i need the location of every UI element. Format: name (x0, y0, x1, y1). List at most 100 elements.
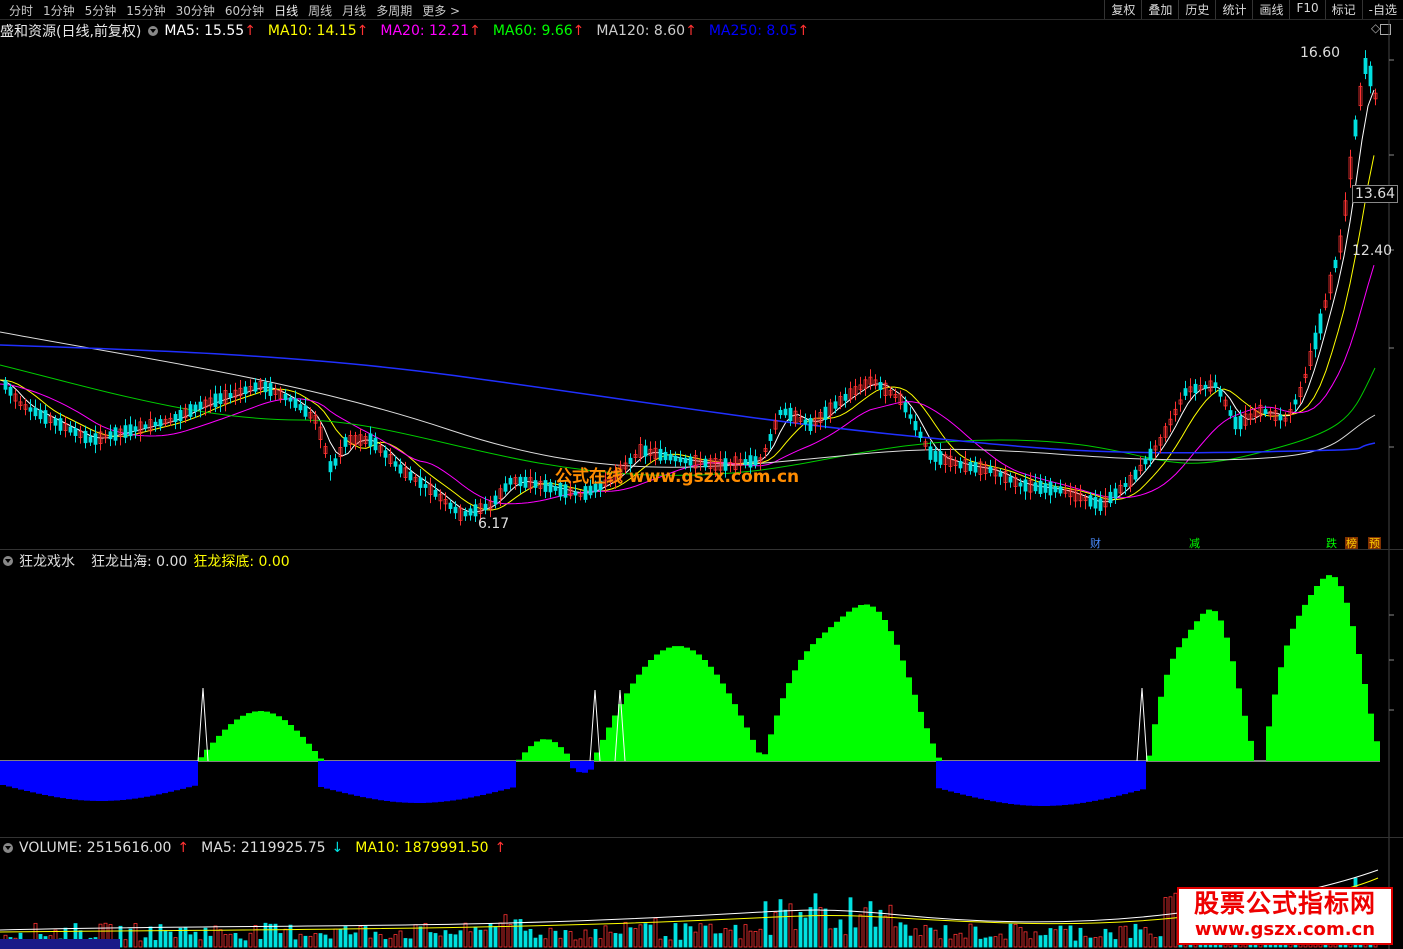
candle (768, 434, 773, 441)
volume-bar (1093, 937, 1098, 948)
candle (1233, 416, 1238, 430)
candle (508, 477, 513, 485)
volume-bar (763, 901, 768, 948)
volume-bar (1083, 935, 1088, 948)
volume-bar (333, 928, 338, 948)
volume-bar (578, 938, 583, 948)
volume-bar (493, 926, 498, 948)
volume-bar (1008, 923, 1013, 948)
volume-bar (978, 938, 983, 948)
volume-bar (893, 926, 898, 948)
volume-bar (943, 925, 948, 948)
candle (1098, 498, 1103, 511)
candle (58, 418, 63, 431)
candle (463, 511, 468, 517)
low-price-label: 6.17 (478, 516, 510, 532)
candle (1143, 458, 1148, 465)
candle (788, 407, 793, 422)
volume-bar (848, 897, 853, 948)
volume-bar (538, 934, 543, 948)
volume-bar (203, 927, 208, 948)
volume-bar (663, 936, 668, 948)
candle (988, 466, 993, 474)
volume-bar (193, 931, 198, 948)
candle (113, 427, 118, 441)
candle (548, 482, 553, 493)
candle (383, 450, 388, 458)
positive-area (0, 575, 1386, 761)
volume-bar (983, 937, 988, 948)
volume-bar (583, 929, 588, 948)
volume-bar (1143, 926, 1148, 948)
volume-bar (513, 919, 518, 948)
candle (93, 433, 98, 445)
candle (83, 430, 88, 444)
volume-bar (658, 938, 663, 948)
candle (583, 486, 588, 500)
volume-bar (1153, 937, 1158, 948)
volume-bar (673, 923, 678, 948)
volume-bar (918, 935, 923, 948)
volume-bar (563, 930, 568, 948)
candle (1033, 482, 1038, 492)
volume-bar (688, 926, 693, 948)
volume-bar (798, 911, 803, 948)
collapse-icon[interactable] (3, 843, 13, 853)
volume-bar (793, 929, 798, 948)
candle (158, 419, 163, 427)
candle (1278, 414, 1283, 421)
candle (1113, 488, 1118, 499)
candle (453, 506, 458, 514)
candle (1053, 486, 1058, 493)
volume-bar (828, 928, 833, 948)
site-logo: 股票公式指标网 www.gszx.com.cn (1177, 887, 1393, 945)
volume-bar (558, 937, 563, 948)
candle (68, 426, 73, 433)
volume-bar (748, 930, 753, 948)
candle (218, 393, 223, 405)
ma5-line (0, 89, 1375, 513)
volume-bar (173, 937, 178, 948)
candle (878, 382, 883, 390)
volume-bar (713, 933, 718, 948)
candle (408, 471, 413, 481)
volume-bar (758, 928, 763, 948)
candle (1238, 416, 1243, 430)
volume-bar (693, 931, 698, 948)
volume-bar (703, 925, 708, 948)
candle (3, 380, 8, 390)
volume-bar (218, 929, 223, 948)
candle (398, 464, 403, 474)
volume-bar (243, 940, 248, 948)
spike (1136, 687, 1148, 762)
volume-bar (233, 932, 238, 948)
candle (1093, 496, 1098, 509)
candle (153, 421, 158, 427)
volume-ma5: MA5: 2119925.75 ↓ (201, 840, 344, 856)
volume-bar (818, 907, 823, 948)
candle (803, 419, 808, 425)
volume-bar (338, 929, 343, 948)
volume-bar (408, 938, 413, 948)
candle (143, 424, 148, 429)
volume-bar (523, 930, 528, 948)
volume-bar (858, 914, 863, 948)
volume-bar (743, 924, 748, 948)
volume-bar (1103, 928, 1108, 948)
volume-bar (488, 923, 493, 948)
candle (43, 410, 48, 424)
volume-bar (733, 924, 738, 948)
candle (1183, 388, 1188, 396)
volume-bar (298, 933, 303, 948)
volume-bar (613, 933, 618, 948)
volume-bar (188, 934, 193, 948)
candle (553, 486, 558, 491)
volume-bar (973, 926, 978, 948)
volume-bar (833, 927, 838, 948)
candle (1058, 486, 1063, 494)
volume-bar (1018, 927, 1023, 948)
volume-bar (138, 940, 143, 948)
collapse-icon[interactable] (3, 556, 13, 566)
volume-bar (1138, 929, 1143, 948)
volume-bar (283, 928, 288, 948)
